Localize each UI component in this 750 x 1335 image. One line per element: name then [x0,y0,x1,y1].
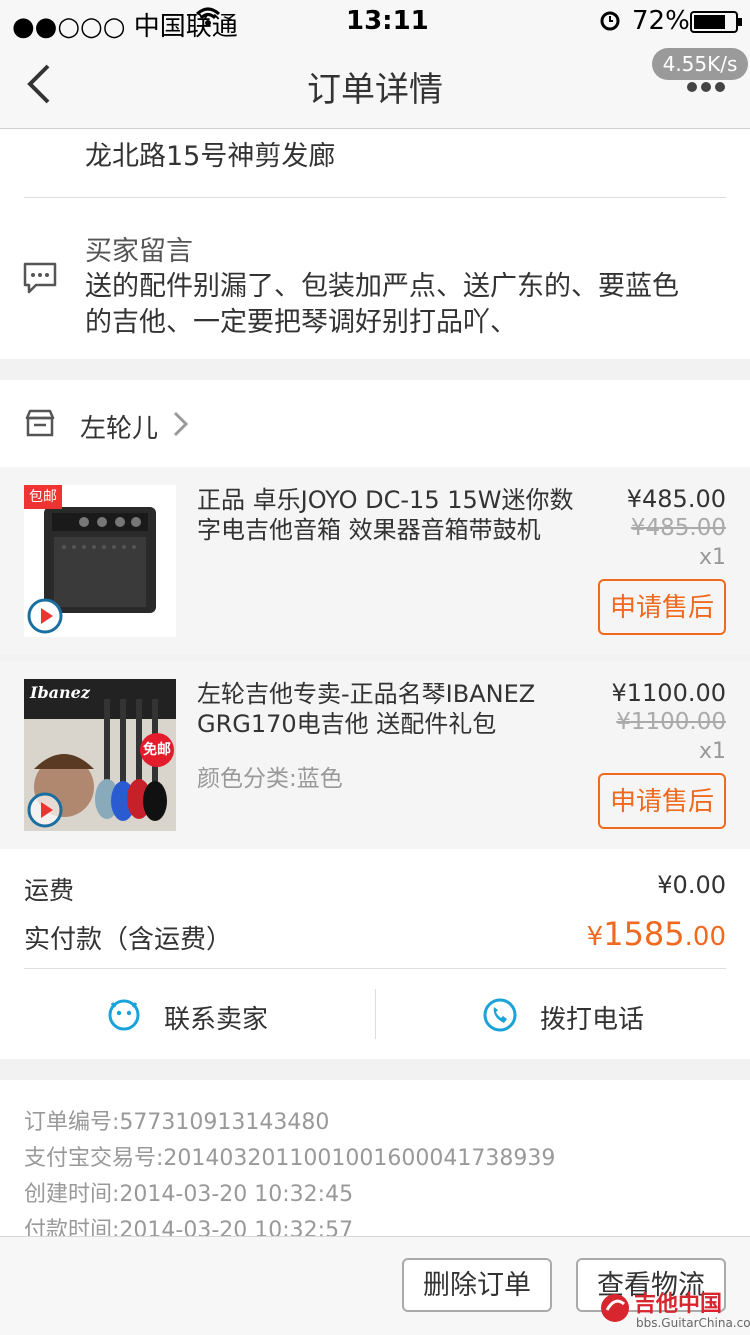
delete-order-button[interactable]: 删除订单 [402,1258,552,1312]
call-phone-button[interactable]: 拨打电话 [376,969,750,1059]
contact-seller-button[interactable]: 联系卖家 [0,969,375,1059]
play-icon[interactable] [26,597,64,639]
divider [24,197,726,198]
quantity: x1 [698,545,726,570]
speed-badge: 4.55K/s [652,48,748,80]
alipay-number: 支付宝交易号:2014032011001001600041738939 [24,1146,556,1171]
watermark: 吉他中国 bbs.GuitarChina.com [598,1286,750,1332]
order-item[interactable]: 包邮 正品 卓乐JOYO DC-15 15W迷你数字电吉他音箱 效果器音箱带鼓机… [0,467,750,655]
after-sales-button[interactable]: 申请售后 [598,579,726,635]
clock: 13:11 [346,6,429,36]
product-variant: 颜色分类:蓝色 [197,766,343,792]
total-integer: 1585 [603,915,685,953]
total-label: 实付款（含运费） [24,925,233,955]
product-title[interactable]: 左轮吉他专卖-正品名琴IBANEZ GRG170电吉他 送配件礼包 [197,679,587,739]
after-sales-button[interactable]: 申请售后 [598,773,726,829]
total-decimal: .00 [684,922,726,952]
order-info-section: 订单编号:577310913143480 支付宝交易号:201403201100… [0,1080,750,1236]
play-icon[interactable] [26,791,64,833]
free-shipping-badge: 免邮 [140,733,174,767]
created-time: 创建时间:2014-03-20 10:32:45 [24,1182,354,1207]
address-line: 龙北路15号神剪发廊 [85,141,336,172]
nav-bar: 订单详情 4.55K/s [0,40,750,129]
call-phone-label: 拨打电话 [540,1005,645,1035]
brand-logo: Ibanez [30,683,90,702]
contact-seller-label: 联系卖家 [164,1005,269,1035]
phone-icon [482,997,518,1037]
message-icon [22,261,58,299]
product-price: ¥1100.00 [611,679,726,707]
battery-icon [690,10,744,40]
total-amount: ¥1585.00 [587,915,726,953]
page-title: 订单详情 [307,70,443,110]
alarm-icon [598,8,622,39]
shop-name[interactable]: 左轮儿 [80,408,158,445]
chat-face-icon [106,997,142,1037]
product-price: ¥485.00 [626,485,726,513]
battery-percent: 72% [632,6,690,36]
watermark-url: bbs.GuitarChina.com [636,1316,750,1330]
address-section: 龙北路15号神剪发廊 买家留言 送的配件别漏了、包装加严点、送广东的、要蓝色的吉… [0,129,750,359]
guitar-logo-icon [598,1290,632,1330]
buyer-message-label: 买家留言 [85,236,193,267]
quantity: x1 [698,739,726,764]
original-price: ¥485.00 [630,515,726,541]
order-item[interactable]: Ibanez 免邮 左轮吉他专卖-正品名琴IBANEZ GRG170电吉他 送配… [0,661,750,849]
shipping-value: ¥0.00 [657,871,726,899]
buyer-message-text: 送的配件别漏了、包装加严点、送广东的、要蓝色的吉他、一定要把琴调好别打品吖、 [85,271,679,338]
wifi-icon [195,6,221,37]
watermark-text: 吉他中国 [634,1292,723,1317]
chevron-right-icon [172,410,190,442]
free-shipping-badge: 包邮 [24,485,62,509]
shop-icon [24,408,56,442]
paid-time: 付款时间:2014-03-20 10:32:57 [24,1218,354,1236]
shop-row[interactable]: 左轮儿 [0,380,750,467]
original-price: ¥1100.00 [616,709,726,735]
more-icon[interactable] [686,78,726,97]
summary-section: 运费 ¥0.00 实付款（含运费） ¥1585.00 联系卖家 拨打电话 [0,849,750,1059]
status-bar: ●●○○○ 中国联通 13:11 72% [0,0,750,42]
total-currency: ¥ [586,922,604,952]
product-title[interactable]: 正品 卓乐JOYO DC-15 15W迷你数字电吉他音箱 效果器音箱带鼓机 [197,485,587,545]
order-number: 订单编号:577310913143480 [24,1110,330,1135]
shipping-label: 运费 [24,876,75,905]
